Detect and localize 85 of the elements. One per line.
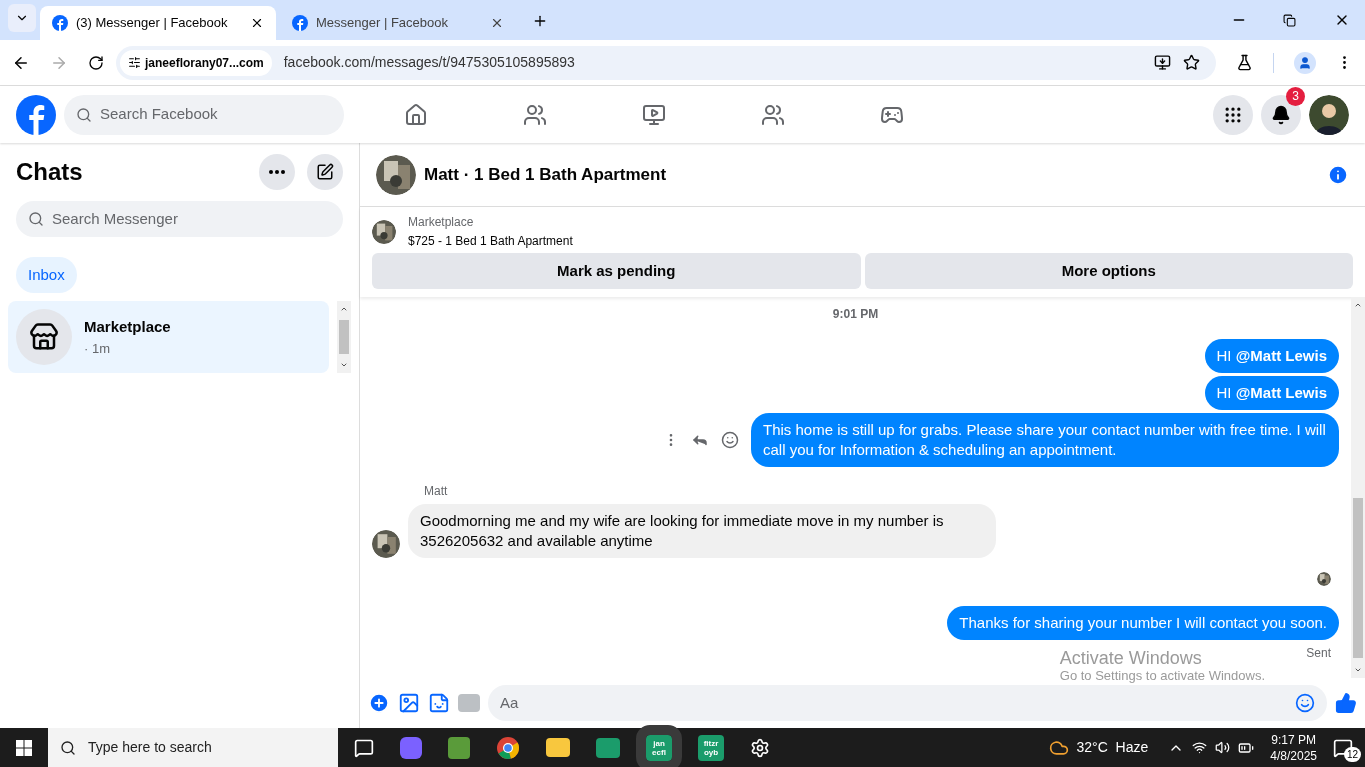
listing-photo (376, 154, 416, 195)
listing-action-button[interactable]: Mark as pending (372, 253, 861, 289)
site-info-chip[interactable]: janeeflorany07...com (120, 49, 272, 76)
close-icon[interactable] (250, 16, 264, 30)
home-icon[interactable] (404, 102, 428, 127)
conversation-title: Matt · 1 Bed 1 Bath Apartment (424, 163, 668, 186)
scroll-up-icon[interactable] (340, 305, 348, 313)
listing-thumbnail (372, 220, 396, 244)
friends-icon[interactable] (523, 102, 547, 127)
chat-name: Marketplace (84, 317, 171, 337)
message-field[interactable]: Aa (488, 685, 1327, 721)
compose-icon (316, 163, 334, 181)
taskbar-search-field[interactable]: Type here to search (48, 728, 338, 767)
search-field[interactable]: Search Facebook (64, 94, 344, 135)
bell-icon (1271, 104, 1291, 125)
store-icon (16, 309, 72, 365)
like-icon[interactable] (1335, 692, 1357, 714)
message-status: Sent (1306, 645, 1331, 662)
tab-title: Messenger | Facebook (316, 14, 449, 33)
add-icon[interactable] (368, 692, 390, 714)
search-field[interactable]: Search Messenger (16, 201, 343, 237)
profile-icon[interactable] (1294, 51, 1316, 74)
scroll-down-icon[interactable] (340, 361, 348, 369)
sticker-icon[interactable] (428, 692, 450, 714)
scrollbar[interactable] (1351, 297, 1365, 678)
message-timestamp: 9:01 PM (832, 306, 879, 323)
reload-icon[interactable] (88, 54, 104, 71)
install-icon[interactable] (1154, 54, 1171, 71)
browser-tab[interactable]: Messenger | Facebook (280, 6, 516, 40)
seen-avatar (1317, 572, 1331, 586)
inbox-filter[interactable]: Inbox (16, 257, 77, 293)
facebook-icon (292, 15, 308, 31)
chrome-icon[interactable] (496, 735, 520, 760)
facebook-icon (52, 15, 68, 31)
notification-count: 12 (1343, 746, 1361, 762)
wifi-icon[interactable] (1192, 740, 1208, 755)
sender-name: Matt (424, 483, 449, 500)
browser-tab[interactable]: (3) Messenger | Facebook (40, 6, 276, 40)
listing-title: $725 - 1 Bed 1 Bath Apartment (408, 234, 573, 249)
more-icon (269, 170, 285, 174)
volume-icon[interactable] (1215, 740, 1231, 755)
scroll-up-icon[interactable] (1354, 301, 1362, 309)
restore-icon[interactable] (1283, 14, 1296, 27)
sent-message: HI @Matt Lewis (1204, 339, 1339, 373)
scrollbar[interactable] (337, 301, 351, 373)
received-message: Goodmorning me and my wife are looking for immediate move in my number is 3526205632 and available anytime (408, 504, 996, 558)
activation-subtitle: Go to Settings to activate Windows. (1059, 668, 1265, 684)
video-icon[interactable] (642, 102, 666, 127)
listing-action-button[interactable]: More options (864, 253, 1353, 289)
menu-button[interactable] (1213, 94, 1253, 135)
new-tab-icon[interactable] (532, 13, 548, 29)
emoji-icon[interactable] (1295, 693, 1315, 713)
sent-message: Thanks for sharing your number I will contact you soon. (947, 606, 1339, 640)
sent-message: HI @Matt Lewis (1204, 376, 1339, 410)
chat-time: · 1m (84, 339, 111, 358)
activation-title: Activate Windows (1059, 648, 1203, 668)
search-icon (60, 739, 76, 756)
url-text: facebook.com/messages/t/9475305105895893 (283, 53, 576, 72)
sent-message: This home is still up for grabs. Please share your contact number with free time. I will call you for Information & scheduling an appointment. (751, 413, 1339, 467)
scroll-down-icon[interactable] (1354, 666, 1362, 674)
more-button[interactable] (259, 154, 295, 190)
notification-count: 3 (1286, 86, 1305, 106)
labs-icon[interactable] (1236, 54, 1253, 71)
search-icon (28, 211, 44, 227)
weather-text[interactable]: 32°C Haze (1076, 737, 1149, 758)
sender-avatar (372, 530, 400, 558)
tab-title: (3) Messenger | Facebook (76, 14, 229, 33)
search-icon (76, 106, 92, 123)
bookmark-icon[interactable] (1183, 54, 1200, 71)
profile-avatar[interactable] (1309, 94, 1349, 135)
app-icon[interactable] (596, 737, 620, 758)
site-settings-icon (128, 56, 141, 69)
react-icon[interactable] (721, 431, 739, 449)
info-icon[interactable] (1327, 163, 1349, 186)
facebook-logo[interactable] (16, 94, 56, 135)
close-icon[interactable] (490, 16, 504, 30)
new-message-button[interactable] (307, 154, 343, 190)
chat-item[interactable]: Marketplace · 1m (8, 301, 329, 373)
settings-icon[interactable] (750, 737, 770, 758)
address-bar[interactable]: janeeflorany07...com facebook.com/messages/t/9475305105895893 (116, 45, 1216, 80)
clock[interactable]: 9:17 PM 4/8/2025 (1270, 731, 1317, 764)
listing-source: Marketplace (408, 215, 475, 230)
chats-title: Chats (16, 157, 84, 187)
groups-icon[interactable] (761, 102, 785, 127)
photo-icon[interactable] (398, 692, 420, 714)
